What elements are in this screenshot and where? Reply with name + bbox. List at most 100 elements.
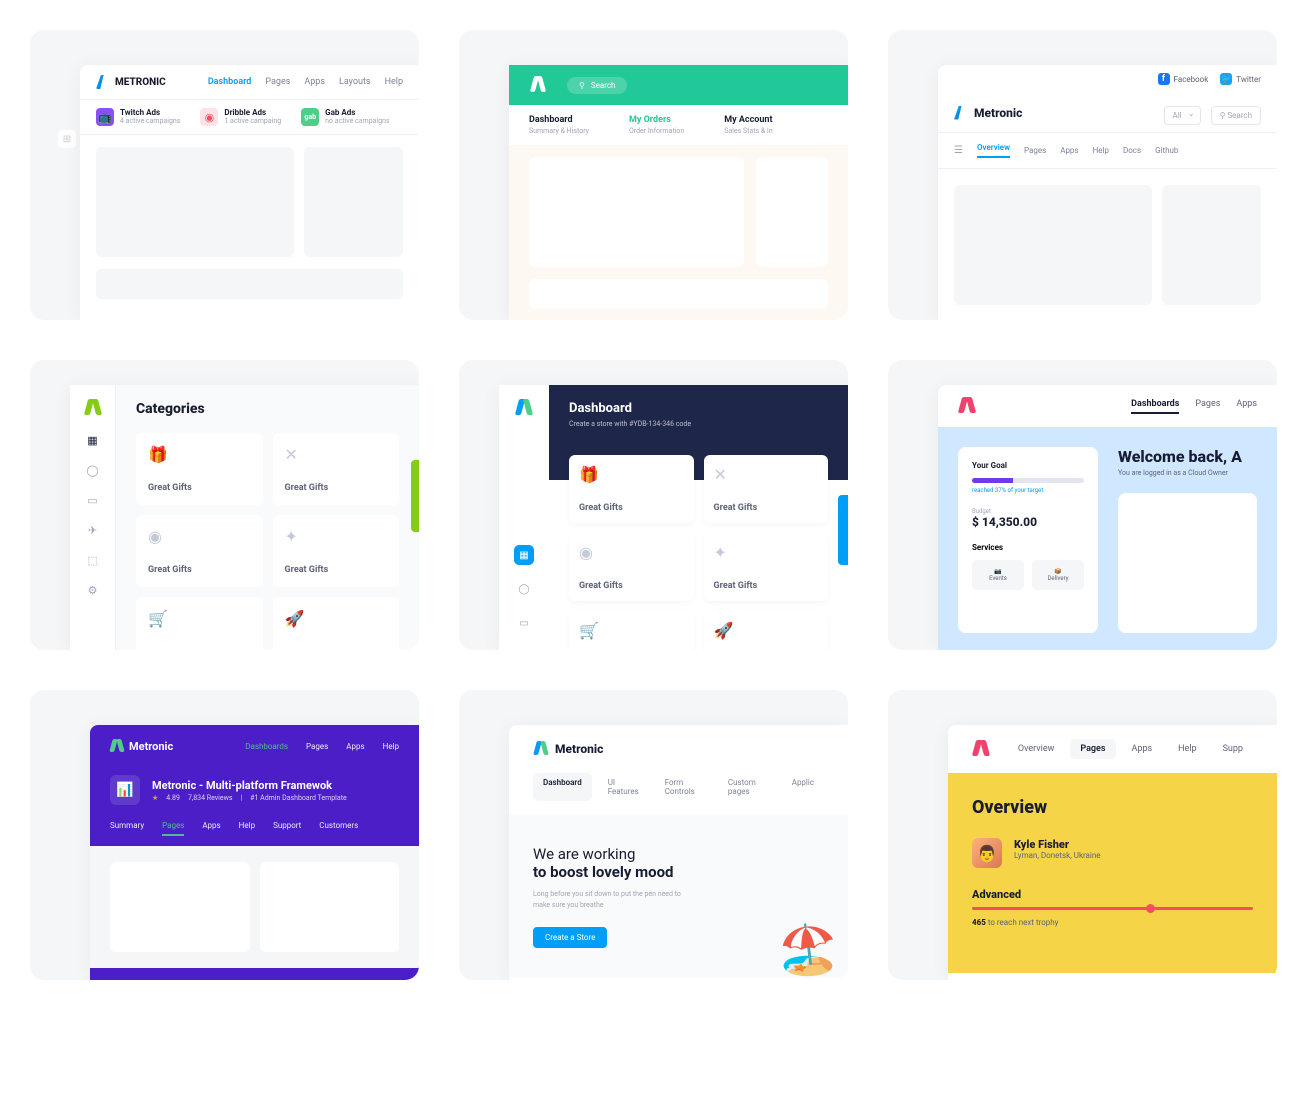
calendar-icon[interactable]: ▭ bbox=[514, 613, 534, 633]
facebook-link[interactable]: fFacebook bbox=[1158, 73, 1209, 85]
placeholder bbox=[260, 862, 400, 952]
category-card[interactable]: 🛒 bbox=[569, 611, 694, 650]
tab-custom[interactable]: Custom pages bbox=[718, 773, 776, 801]
tab-gab[interactable]: gabGab Adsno active campaigns bbox=[301, 108, 389, 126]
nav-support[interactable]: Supp bbox=[1213, 739, 1253, 759]
menu-icon[interactable]: ☰ bbox=[954, 145, 963, 156]
create-store-button[interactable]: Create a Store bbox=[533, 927, 607, 948]
events-icon: 📷 bbox=[980, 568, 1016, 575]
tab-dashboard[interactable]: DashboardSummary & History bbox=[529, 115, 589, 135]
progress-slider[interactable] bbox=[972, 907, 1253, 910]
tab-twitch[interactable]: 📺Twitch Ads4 active campaigns bbox=[96, 108, 180, 126]
tab-orders[interactable]: My OrdersOrder Information bbox=[629, 115, 684, 135]
nav-pages[interactable]: Pages bbox=[306, 742, 328, 751]
star-icon: ★ bbox=[152, 794, 158, 802]
tab-pages[interactable]: Pages bbox=[162, 821, 184, 836]
nav-help[interactable]: Help bbox=[1168, 739, 1206, 759]
nav-github[interactable]: Github bbox=[1155, 146, 1178, 155]
nav-dashboards[interactable]: Dashboards bbox=[245, 742, 288, 751]
category-card[interactable]: ✕Great Gifts bbox=[273, 433, 400, 505]
category-card[interactable]: ✦Great Gifts bbox=[273, 515, 400, 587]
nav-docs[interactable]: Docs bbox=[1123, 146, 1141, 155]
tab-apps[interactable]: Apps bbox=[202, 821, 220, 836]
nav-overview[interactable]: Overview bbox=[977, 143, 1010, 158]
category-card[interactable]: ◉Great Gifts bbox=[569, 533, 694, 601]
placeholder bbox=[529, 279, 828, 309]
service-delivery[interactable]: 📦Delivery bbox=[1032, 560, 1084, 590]
demo-card-7: Metronic Dashboards Pages Apps Help 📊 Me… bbox=[30, 690, 419, 980]
brand-logo bbox=[529, 76, 547, 94]
nav-dashboards[interactable]: Dashboards bbox=[1131, 399, 1179, 414]
circle-icon[interactable]: ◯ bbox=[514, 579, 534, 599]
tab-dribble[interactable]: ◉Dribble Ads1 active campaing bbox=[200, 108, 281, 126]
category-card[interactable]: ◉Great Gifts bbox=[136, 515, 263, 587]
tab-apps[interactable]: Applic bbox=[782, 773, 824, 801]
nav-dashboard[interactable]: Dashboard bbox=[208, 77, 252, 87]
tab-help[interactable]: Help bbox=[239, 821, 255, 836]
drone-icon: ✕ bbox=[285, 445, 388, 464]
section-title: Categories bbox=[136, 401, 399, 417]
fingerprint-icon: ◉ bbox=[148, 527, 251, 546]
tab-account[interactable]: My AccountSales Stats & In bbox=[724, 115, 772, 135]
category-card[interactable]: ✦Great Gifts bbox=[704, 533, 829, 601]
demo-card-5: ▦ ◯ ▭ Dashboard Create a store with #YDB… bbox=[459, 360, 848, 650]
rocket-icon: 🚀 bbox=[714, 621, 819, 640]
placeholder bbox=[529, 157, 744, 267]
nav-apps[interactable]: Apps bbox=[1122, 739, 1163, 759]
nav-help[interactable]: Help bbox=[385, 77, 403, 87]
nav-apps[interactable]: Apps bbox=[1060, 146, 1078, 155]
nav-layouts[interactable]: Layouts bbox=[339, 77, 371, 87]
nav-help[interactable]: Help bbox=[383, 742, 399, 751]
search-input[interactable]: ⚲Search bbox=[567, 77, 627, 94]
demo-card-4: ▦ ◯ ▭ ✈ ⬚ ⚙ Categories 🎁Great Gifts ✕Gre… bbox=[30, 360, 419, 650]
circle-icon[interactable]: ◯ bbox=[86, 463, 100, 477]
tab-summary[interactable]: Summary bbox=[110, 821, 144, 836]
demo-card-9: Overview Pages Apps Help Supp Overview 👨… bbox=[888, 690, 1277, 980]
brand-logo bbox=[515, 399, 533, 417]
placeholder bbox=[96, 147, 294, 257]
tab-ui[interactable]: UI Features bbox=[598, 773, 649, 801]
calendar-icon[interactable]: ▭ bbox=[86, 493, 100, 507]
tab-forms[interactable]: Form Controls bbox=[655, 773, 712, 801]
progress-bar bbox=[972, 478, 1084, 483]
rocket-icon: 🚀 bbox=[285, 609, 388, 628]
nav-apps[interactable]: Apps bbox=[304, 77, 325, 87]
category-card[interactable]: 🎁Great Gifts bbox=[136, 433, 263, 505]
grid-icon[interactable]: ▦ bbox=[86, 433, 100, 447]
tab-customers[interactable]: Customers bbox=[319, 821, 358, 836]
brand-logo bbox=[972, 740, 990, 758]
fingerprint-icon: ◉ bbox=[579, 543, 684, 562]
brand-logo bbox=[958, 397, 976, 415]
category-card[interactable]: 🚀 bbox=[704, 611, 829, 650]
gear-icon[interactable]: ⚙ bbox=[86, 583, 100, 597]
nav-apps[interactable]: Apps bbox=[1236, 399, 1257, 414]
nav-overview[interactable]: Overview bbox=[1008, 739, 1064, 759]
page-title: Dashboard bbox=[569, 401, 828, 416]
filter-select[interactable]: All bbox=[1164, 106, 1201, 125]
nav-pages[interactable]: Pages bbox=[1024, 146, 1046, 155]
brand-logo bbox=[533, 741, 549, 757]
nav-pages[interactable]: Pages bbox=[1070, 739, 1115, 759]
goal-widget: Your Goal reached 37% of your target Bud… bbox=[958, 447, 1098, 633]
map-icon[interactable]: ⬚ bbox=[86, 553, 100, 567]
nav-pages[interactable]: Pages bbox=[1195, 399, 1220, 414]
tab-dashboard[interactable]: Dashboard bbox=[533, 773, 592, 801]
category-card[interactable]: 🛒 bbox=[136, 597, 263, 650]
category-card[interactable]: 🚀 bbox=[273, 597, 400, 650]
nav-pages[interactable]: Pages bbox=[265, 77, 290, 87]
rocket-icon[interactable]: ✈ bbox=[86, 523, 100, 537]
category-card[interactable]: 🎁Great Gifts bbox=[569, 455, 694, 523]
tab-support[interactable]: Support bbox=[273, 821, 301, 836]
nav-help[interactable]: Help bbox=[1093, 146, 1109, 155]
chart-icon: 📊 bbox=[110, 775, 140, 805]
accent-bar bbox=[838, 495, 848, 565]
twitter-link[interactable]: 🐦Twitter bbox=[1220, 73, 1261, 85]
brand-logo bbox=[84, 399, 102, 417]
search-input[interactable]: ⚲ Search bbox=[1211, 106, 1261, 125]
grid-icon[interactable]: ▦ bbox=[514, 545, 534, 565]
service-events[interactable]: 📷Events bbox=[972, 560, 1024, 590]
category-card[interactable]: ✕Great Gifts bbox=[704, 455, 829, 523]
expand-icon[interactable]: ⊞ bbox=[58, 130, 76, 148]
nav-apps[interactable]: Apps bbox=[346, 742, 364, 751]
accent-bar bbox=[411, 460, 419, 532]
